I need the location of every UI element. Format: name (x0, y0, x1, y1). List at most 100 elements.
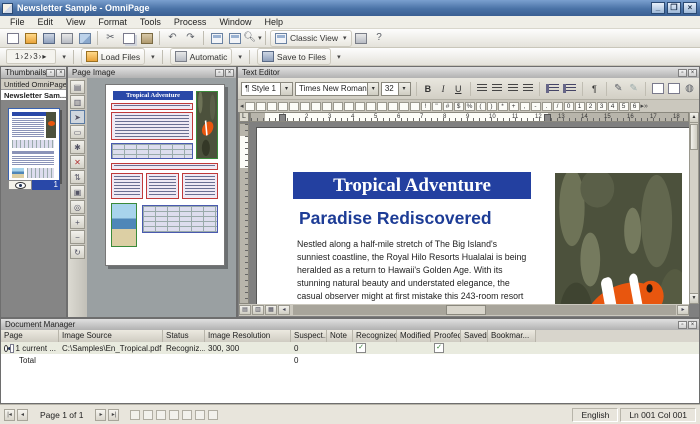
next-page-button[interactable]: ▸ (95, 409, 106, 421)
zone-photo-beach[interactable] (111, 203, 137, 247)
panel-minimize-icon[interactable]: ▫ (678, 321, 687, 329)
horizontal-scrollbar[interactable] (293, 305, 676, 315)
palette-char[interactable]: % (465, 102, 475, 111)
palette-char[interactable]: ) (487, 102, 497, 111)
view-mode-dropdown[interactable]: Classic View ▾ (270, 30, 352, 47)
tab-stop-selector[interactable]: L (239, 112, 249, 122)
no-formatting-view-button[interactable]: ▤ (239, 305, 251, 315)
zone-column-3[interactable] (182, 173, 218, 199)
open-button[interactable] (22, 31, 39, 46)
scroll-down-icon[interactable]: ▼ (690, 293, 698, 303)
zone-body-text[interactable] (111, 112, 193, 140)
doc-tab-untitled[interactable]: Untitled OmniPage ... • (1, 79, 66, 90)
panel-minimize-icon[interactable]: ▫ (678, 69, 687, 77)
panel-close-icon[interactable]: × (688, 69, 697, 77)
palette-char[interactable] (355, 102, 365, 111)
web-view-button[interactable]: ◍ (683, 81, 696, 96)
title-bar[interactable]: Newsletter Sample - OmniPage _ ❐ × (0, 0, 700, 16)
panel-close-icon[interactable]: × (56, 69, 65, 77)
indent-marker[interactable] (279, 114, 286, 122)
palette-char[interactable]: $ (454, 102, 464, 111)
zone-column-2[interactable] (146, 173, 179, 199)
recognized-page[interactable]: Tropical Adventure Paradise Rediscovered… (256, 127, 689, 304)
perform-ocr-button[interactable]: Automatic (170, 48, 233, 65)
undo-button[interactable]: ↶ (164, 31, 181, 46)
ocr-dropdown[interactable]: ▾ (238, 53, 242, 61)
new-document-button[interactable] (4, 31, 21, 46)
options-button[interactable] (353, 31, 370, 46)
palette-char[interactable]: ! (421, 102, 431, 111)
redo-button[interactable]: ↷ (182, 31, 199, 46)
text-editor-canvas[interactable]: Tropical Adventure Paradise Rediscovered… (250, 123, 689, 304)
show-formatting-button[interactable]: ¶ (588, 81, 601, 96)
palette-char[interactable] (344, 102, 354, 111)
right-margin-marker[interactable] (544, 114, 551, 122)
zone-photo-clownfish[interactable] (196, 91, 218, 159)
palette-char[interactable]: " (432, 102, 442, 111)
article-photo[interactable] (555, 173, 682, 304)
zoom-button[interactable]: 🔍︎▾ (244, 31, 261, 46)
palette-char[interactable]: - (531, 102, 541, 111)
menu-view[interactable]: View (60, 16, 91, 28)
first-page-button[interactable]: |◂ (4, 409, 15, 421)
last-page-button[interactable]: ▸| (108, 409, 119, 421)
palette-char[interactable]: 5 (619, 102, 629, 111)
palette-char[interactable]: ( (476, 102, 486, 111)
view-toggle-icon-4[interactable] (169, 410, 179, 420)
window-view-button[interactable] (226, 31, 243, 46)
palette-char[interactable] (388, 102, 398, 111)
zoom-in-button[interactable]: + (70, 215, 85, 229)
full-page-button[interactable]: ▤ (70, 80, 85, 94)
style-dropdown[interactable]: ¶ Style 1▾ (241, 82, 293, 96)
align-left-button[interactable] (476, 81, 489, 96)
column-header-image-source[interactable]: Image Source (59, 330, 163, 342)
load-files-button[interactable]: Load Files (81, 48, 145, 65)
save-to-files-button[interactable]: Save to Files (257, 48, 331, 65)
acquire-image-button[interactable] (76, 31, 93, 46)
underline-button[interactable]: U (452, 81, 465, 96)
panel-minimize-icon[interactable]: ▫ (46, 69, 55, 77)
true-page-view-button[interactable]: ▦ (265, 305, 277, 315)
palette-char[interactable]: 6 (630, 102, 640, 111)
article-headline[interactable]: Paradise Rediscovered (299, 208, 549, 229)
column-header-bookmar-[interactable]: Bookmar... (488, 330, 536, 342)
reorder-zone-button[interactable]: ⇅ (70, 170, 85, 184)
palette-char[interactable] (410, 102, 420, 111)
palette-char[interactable]: # (443, 102, 453, 111)
minimize-button[interactable]: _ (651, 2, 665, 14)
column-header-saved[interactable]: Saved (461, 330, 488, 342)
align-right-button[interactable] (506, 81, 519, 96)
palette-char[interactable] (267, 102, 277, 111)
view-toggle-icon-1[interactable] (130, 410, 140, 420)
palette-char[interactable]: 3 (597, 102, 607, 111)
cut-button[interactable]: ✂ (102, 31, 119, 46)
palette-char[interactable]: 0 (564, 102, 574, 111)
formatted-text-view-button[interactable]: ▥ (252, 305, 264, 315)
scroll-left-icon[interactable]: ◂ (278, 305, 290, 315)
font-dropdown[interactable]: Times New Roman▾ (295, 82, 379, 96)
page-thumbnail[interactable] (8, 108, 60, 182)
menu-file[interactable]: File (4, 16, 31, 28)
paste-button[interactable] (138, 31, 155, 46)
column-header-recognized[interactable]: Recognized (353, 330, 397, 342)
rotate-page-button[interactable]: ↻ (70, 245, 85, 259)
verify-text-button[interactable]: ✎ (627, 81, 640, 96)
zoom-out-button[interactable]: − (70, 230, 85, 244)
ocr-settings-button[interactable]: ◎ (70, 200, 85, 214)
load-files-dropdown[interactable]: ▾ (151, 53, 155, 61)
column-header-page[interactable]: Page (1, 330, 59, 342)
menu-edit[interactable]: Edit (32, 16, 60, 28)
scroll-right-icon[interactable]: ▸ (677, 305, 689, 315)
panel-layout-button[interactable] (208, 31, 225, 46)
palette-scroll-right-icon[interactable]: ▸» (641, 102, 648, 110)
bold-button[interactable]: B (421, 81, 434, 96)
column-header-suspect-[interactable]: Suspect... (291, 330, 327, 342)
palette-char[interactable] (278, 102, 288, 111)
palette-char[interactable] (311, 102, 321, 111)
process-zone-button[interactable]: ✱ (70, 140, 85, 154)
view-toggle-icon-3[interactable] (156, 410, 166, 420)
close-button[interactable]: × (683, 2, 697, 14)
palette-scroll-left-icon[interactable]: ◂ (240, 102, 244, 110)
workflow-dropdown-arrow[interactable]: ▾ (62, 53, 66, 61)
italic-button[interactable]: I (437, 81, 450, 96)
